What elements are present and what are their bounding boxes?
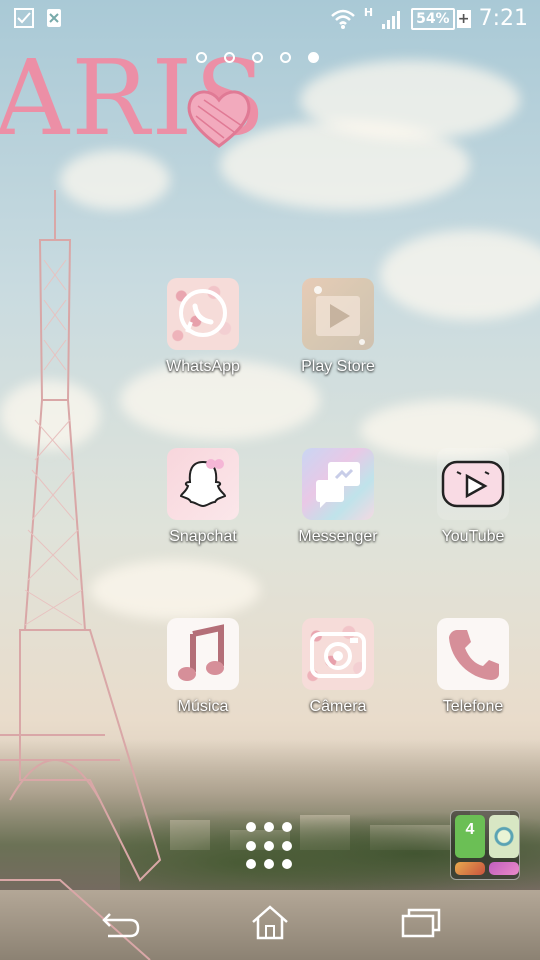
game-icon <box>455 862 485 875</box>
app-label-play-store: Play Store <box>301 358 375 375</box>
app-label-snapchat: Snapchat <box>169 528 237 545</box>
messenger-icon[interactable] <box>302 448 374 520</box>
page-dot-1[interactable] <box>196 52 207 63</box>
four-icon: 4 <box>455 815 485 858</box>
app-drawer-icon[interactable] <box>246 822 294 870</box>
network-type-label: H <box>363 6 374 19</box>
play-store-icon[interactable] <box>302 278 374 350</box>
battery-percent: 54% <box>411 7 455 30</box>
file-notification-icon <box>47 9 61 27</box>
page-dot-5[interactable] <box>308 52 319 63</box>
app-snapchat[interactable]: Snapchat <box>138 448 268 546</box>
app-youtube[interactable]: YouTube <box>408 448 538 546</box>
app-camera[interactable]: Câmera <box>273 618 403 716</box>
app-label-telefone: Telefone <box>442 698 504 715</box>
heart-icon <box>187 90 251 148</box>
page-dot-4[interactable] <box>280 52 291 63</box>
recent-apps-icon[interactable] <box>395 902 445 942</box>
wifi-icon <box>331 9 355 29</box>
app-messenger[interactable]: Messenger <box>273 448 403 546</box>
app-label-whatsapp: WhatsApp <box>166 358 240 375</box>
page-dot-2[interactable] <box>224 52 235 63</box>
snapchat-icon[interactable] <box>167 448 239 520</box>
app-play-store[interactable]: Play Store <box>273 278 403 376</box>
page-indicator <box>196 52 319 63</box>
barbie-game-icon <box>489 862 519 875</box>
app-label-youtube: YouTube <box>441 528 505 545</box>
back-icon[interactable] <box>96 902 146 942</box>
checkbox-notification-icon <box>14 8 34 28</box>
app-musica[interactable]: Música <box>138 618 268 716</box>
status-bar: H 54% + 7:21 <box>0 0 540 40</box>
navigation-bar <box>0 890 540 960</box>
app-label-camera: Câmera <box>309 698 367 715</box>
youtube-icon[interactable] <box>437 448 509 520</box>
page-dot-3[interactable] <box>252 52 263 63</box>
phone-icon[interactable] <box>437 618 509 690</box>
app-telefone[interactable]: Telefone <box>408 618 538 716</box>
status-clock: 7:21 <box>478 6 528 31</box>
app-label-messenger: Messenger <box>298 528 378 545</box>
music-icon[interactable] <box>167 618 239 690</box>
charging-icon: + <box>456 9 471 28</box>
app-whatsapp[interactable]: WhatsApp <box>138 278 268 376</box>
app-folder[interactable]: 4 <box>450 810 520 880</box>
battery-icon: 54% + <box>411 7 471 30</box>
green-game-icon <box>489 815 519 858</box>
app-label-musica: Música <box>177 698 229 715</box>
signal-icon <box>382 10 401 29</box>
camera-icon[interactable] <box>302 618 374 690</box>
whatsapp-icon[interactable] <box>167 278 239 350</box>
home-icon[interactable] <box>245 902 295 942</box>
